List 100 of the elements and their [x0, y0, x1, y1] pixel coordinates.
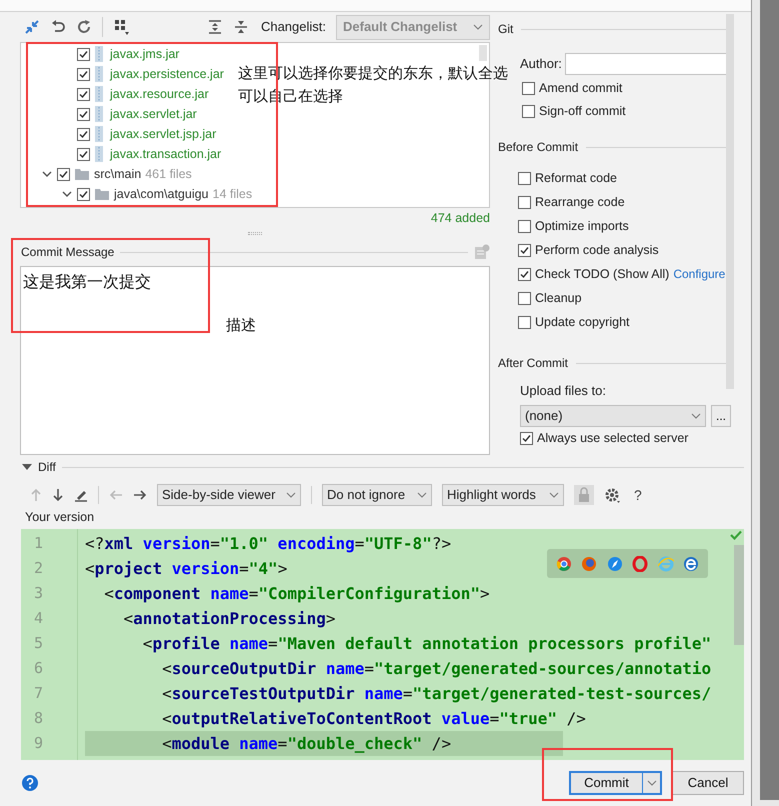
checkbox[interactable] — [522, 82, 535, 94]
caret-icon — [286, 492, 296, 498]
checkbox[interactable] — [518, 292, 531, 304]
help-button[interactable]: ? — [634, 484, 642, 506]
line-number: 3 — [33, 583, 44, 604]
code-line: <outputRelativeToContentRoot value="true" /> — [161, 708, 586, 730]
checkbox[interactable] — [77, 108, 90, 120]
configure-link[interactable]: Configure — [673, 265, 726, 283]
option-label: Reformat code — [535, 170, 617, 187]
collapse-all-icon[interactable] — [232, 19, 249, 35]
scrollbar-thumb — [479, 45, 487, 61]
tree-item-label[interactable]: javax.servlet.jar — [108, 104, 197, 124]
undo-icon[interactable] — [50, 19, 66, 35]
line-number: 7 — [33, 683, 44, 704]
browser-icon[interactable] — [606, 556, 623, 572]
author-field[interactable] — [564, 53, 728, 75]
section-title: Before Commit — [498, 139, 578, 156]
cancel-button[interactable]: Cancel — [672, 771, 744, 795]
code-line: <?xml version="1.0" encoding="UTF-8"?> — [85, 533, 452, 555]
upload-dropdown[interactable]: (none) — [520, 404, 706, 426]
line-number: 5 — [33, 633, 44, 654]
checkbox[interactable] — [518, 220, 531, 232]
tree-item-label[interactable]: java\com\atguigu — [114, 184, 209, 204]
checkbox[interactable] — [518, 268, 531, 280]
splitter-handle[interactable] — [248, 232, 262, 234]
line-number: 4 — [33, 608, 44, 629]
whitespace-dropdown[interactable]: Do not ignore — [322, 484, 432, 506]
checkbox[interactable] — [77, 48, 90, 60]
right-arrow-icon[interactable] — [133, 489, 147, 501]
checkbox[interactable] — [518, 244, 531, 256]
group-by-icon[interactable] — [113, 18, 131, 36]
tree-item-label[interactable]: javax.transaction.jar — [108, 144, 222, 164]
section-title: After Commit — [498, 355, 568, 372]
line-number: 6 — [33, 658, 44, 679]
tree-item-label[interactable]: javax.jms.jar — [108, 44, 180, 64]
file-count: 461 files — [145, 166, 192, 183]
checkbox[interactable] — [77, 68, 90, 80]
triangle-icon[interactable] — [22, 463, 32, 471]
checkbox[interactable] — [57, 168, 70, 180]
checkbox[interactable] — [518, 316, 531, 328]
checkbox[interactable] — [518, 172, 531, 184]
option-label: Cleanup — [535, 290, 582, 307]
section-title: Git — [498, 21, 514, 38]
line-number: 9 — [33, 733, 44, 754]
code-line: <sourceOutputDir name="target/generated-sources/annotatio — [161, 658, 712, 680]
help-icon[interactable] — [22, 775, 38, 791]
checkbox[interactable] — [77, 88, 90, 100]
browser-icon[interactable] — [683, 556, 700, 572]
highlight-dropdown[interactable]: Highlight words — [442, 484, 564, 506]
down-arrow-icon[interactable] — [52, 488, 64, 502]
browse-button[interactable]: ... — [711, 404, 731, 426]
browser-icon[interactable] — [556, 556, 572, 572]
option-label: Check TODO (Show All) — [535, 266, 670, 283]
checkbox[interactable] — [522, 104, 535, 118]
code-line: <annotationProcessing> — [122, 608, 336, 630]
option-label: Amend commit — [539, 80, 622, 97]
tree-item-label[interactable]: javax.servlet.jsp.jar — [108, 124, 216, 144]
section-title[interactable]: Diff — [38, 458, 56, 476]
code-line: <component name="CompilerConfiguration"> — [103, 583, 490, 605]
line-number: 2 — [33, 558, 44, 579]
option-label: Always use selected server — [537, 430, 688, 448]
code-line: <sourceTestOutputDir name="target/generated-test-sources/ — [161, 683, 712, 705]
upload-label: Upload files to: — [519, 382, 607, 400]
browser-icon[interactable] — [632, 556, 648, 572]
expand-all-icon[interactable] — [206, 19, 223, 35]
option-label: Perform code analysis — [535, 242, 659, 259]
collapse-arrows-icon[interactable] — [24, 19, 40, 35]
tree-item-label[interactable]: javax.persistence.jar — [108, 64, 224, 84]
checkmark-icon[interactable] — [730, 530, 742, 540]
option-label: Optimize imports — [535, 218, 629, 235]
viewer-dropdown[interactable]: Side-by-side viewer — [157, 484, 301, 506]
checkbox[interactable] — [520, 432, 533, 445]
pencil-icon[interactable] — [74, 488, 88, 502]
caret-icon — [417, 492, 427, 498]
tree-item-label[interactable]: javax.resource.jar — [108, 84, 209, 104]
browser-icon[interactable] — [581, 556, 598, 572]
option-label: Rearrange code — [535, 194, 625, 211]
line-number: 1 — [33, 533, 44, 554]
checkbox[interactable] — [77, 188, 90, 200]
caret-icon — [691, 412, 701, 418]
annotation-note: 描述 — [226, 316, 256, 336]
side-label: Your version — [24, 509, 96, 526]
option-label: Update copyright — [535, 314, 630, 331]
settings-icon[interactable] — [604, 487, 620, 503]
caret-icon — [549, 492, 559, 498]
checkbox[interactable] — [77, 128, 90, 140]
section-label: Commit Message — [21, 244, 114, 261]
code-line: <project version="4"> — [85, 558, 288, 580]
changelist-label: Changelist: — [260, 18, 326, 36]
line-number: 8 — [33, 708, 44, 729]
option-label: Sign-off commit — [539, 102, 626, 120]
caret-icon — [473, 24, 483, 30]
commit-button[interactable]: Commit — [569, 771, 662, 795]
tree-item-label[interactable]: src\main — [94, 164, 142, 184]
checkbox[interactable] — [77, 148, 90, 160]
added-count: 474 added — [430, 210, 490, 227]
refresh-icon[interactable] — [76, 19, 92, 35]
checkbox[interactable] — [518, 196, 531, 208]
caret-icon — [646, 780, 656, 786]
author-label: Author: — [520, 55, 562, 74]
